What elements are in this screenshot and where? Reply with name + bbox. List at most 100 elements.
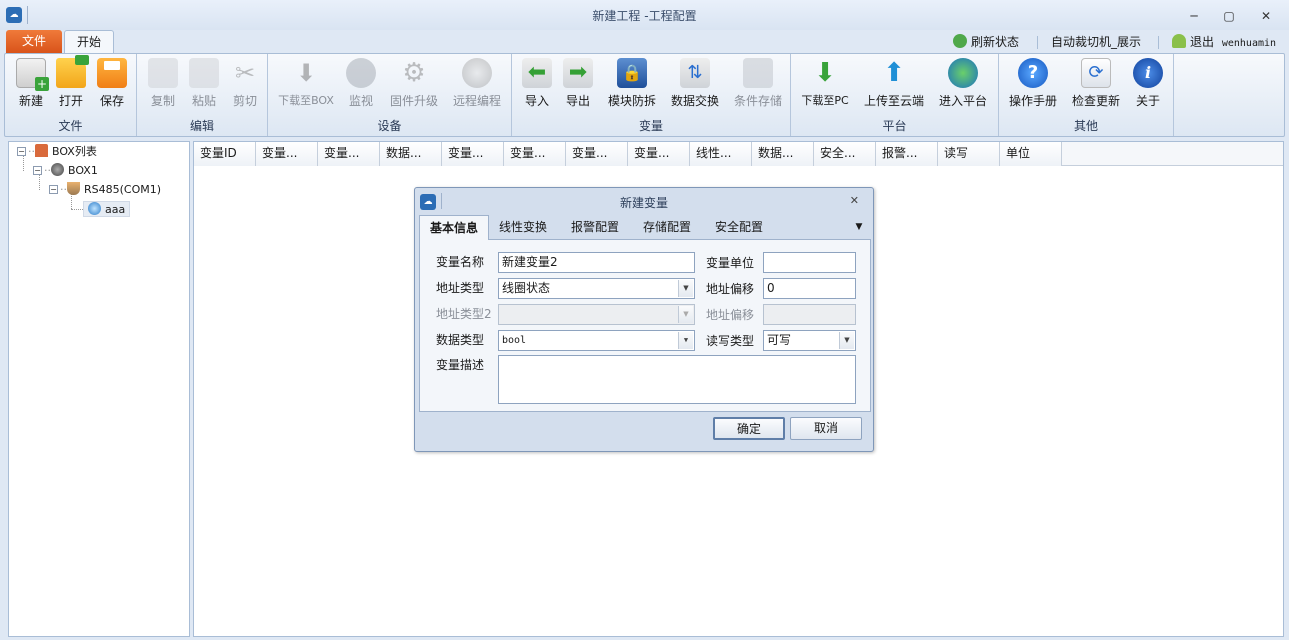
copy-button[interactable]: 复制 [147, 58, 179, 109]
column-header[interactable]: 变量... [318, 142, 380, 166]
box-device-icon [51, 163, 64, 176]
addr-type-label: 地址类型 [436, 281, 485, 295]
manual-button[interactable]: ? 操作手册 [1007, 58, 1059, 109]
collapse-toggle-icon[interactable]: − [17, 147, 26, 156]
desc-textarea[interactable] [498, 355, 856, 404]
column-header[interactable]: 变量... [566, 142, 628, 166]
download-box-label: 下载至BOX [278, 94, 334, 107]
data-type-label: 数据类型 [436, 333, 485, 347]
tab-linear-transform[interactable]: 线性变换 [491, 215, 555, 240]
upload-cloud-button[interactable]: ⬆ 上传至云端 [863, 58, 925, 109]
about-button[interactable]: i 关于 [1132, 58, 1164, 109]
collapse-toggle-icon[interactable]: − [33, 166, 42, 175]
new-variable-dialog: ☁ 新建变量 ✕ 基本信息 线性变换 报警配置 存储配置 安全配置 ▼ 变量名称… [414, 187, 874, 452]
cut-label: 剪切 [232, 94, 257, 108]
column-header[interactable]: 读写 [938, 142, 1000, 166]
about-label: 关于 [1135, 94, 1160, 108]
logout-link[interactable]: 退出 wenhuamin [1172, 33, 1276, 51]
new-button[interactable]: + 新建 [15, 58, 49, 109]
ribbon-group-variable: ⬅ 导入 ➡ 导出 🔒 模块防拆 ⇅ 数据交换 条件存储 变量 [512, 54, 791, 136]
minimize-button[interactable]: ─ [1184, 8, 1204, 24]
tabs-overflow-icon[interactable]: ▼ [849, 215, 869, 240]
rw-type-select[interactable]: 可写 ▼ [763, 330, 856, 351]
tree-node-item[interactable]: aaa [83, 201, 131, 217]
data-type-select[interactable]: bool ▼ [498, 330, 695, 351]
addr-offset2-input[interactable] [763, 304, 856, 325]
column-header[interactable]: 单位 [1000, 142, 1062, 166]
column-header[interactable]: 变量... [504, 142, 566, 166]
module-protect-button[interactable]: 🔒 模块防拆 [606, 58, 658, 109]
enter-platform-label: 进入平台 [938, 94, 987, 108]
import-button[interactable]: ⬅ 导入 [522, 58, 552, 109]
tree-node-box[interactable]: − ·· BOX1 [33, 163, 98, 179]
tab-security-config[interactable]: 安全配置 [707, 215, 771, 240]
var-name-input[interactable]: 新建变量2 [498, 252, 695, 273]
column-header[interactable]: 报警... [876, 142, 938, 166]
tree-item-label: aaa [105, 203, 126, 216]
ok-button[interactable]: 确定 [713, 417, 785, 440]
info-icon: i [1133, 58, 1163, 88]
download-pc-button[interactable]: ⬇ 下载至PC [799, 58, 851, 108]
dialog-close-button[interactable]: ✕ [850, 194, 859, 207]
tab-alarm-config[interactable]: 报警配置 [563, 215, 627, 240]
refresh-icon [953, 34, 967, 48]
tree-node-port[interactable]: − ·· RS485(COM1) [49, 182, 161, 198]
group-label-platform: 平台 [882, 119, 907, 133]
close-button[interactable]: ✕ [1256, 8, 1276, 24]
var-unit-label: 变量单位 [706, 256, 755, 270]
quick-separator [1158, 36, 1159, 49]
remote-program-button[interactable]: 远程编程 [451, 58, 503, 109]
var-unit-input[interactable] [763, 252, 856, 273]
addr-offset-input[interactable]: 0 [763, 278, 856, 299]
export-button[interactable]: ➡ 导出 [563, 58, 593, 109]
conditional-storage-button[interactable]: 条件存储 [732, 58, 784, 109]
refresh-status-link[interactable]: 刷新状态 [953, 33, 1019, 51]
column-header[interactable]: 线性... [690, 142, 752, 166]
chevron-down-icon[interactable]: ▼ [839, 332, 854, 349]
download-pc-label: 下载至PC [801, 94, 849, 107]
column-header[interactable]: 变量... [442, 142, 504, 166]
tab-file[interactable]: 文件 [6, 30, 62, 53]
column-header[interactable]: 变量... [256, 142, 318, 166]
user-icon [1172, 34, 1186, 48]
export-label: 导出 [565, 94, 590, 108]
cancel-button[interactable]: 取消 [790, 417, 862, 440]
data-exchange-button[interactable]: ⇅ 数据交换 [669, 58, 721, 109]
paste-button[interactable]: 粘贴 [188, 58, 220, 109]
group-label-variable: 变量 [638, 119, 663, 133]
chevron-down-icon[interactable]: ▼ [678, 306, 693, 323]
eye-icon [346, 58, 376, 88]
collapse-toggle-icon[interactable]: − [49, 185, 58, 194]
addr-type-select[interactable]: 线圈状态 ▼ [498, 278, 695, 299]
column-header[interactable]: 数据... [752, 142, 814, 166]
addr-type-value: 线圈状态 [502, 281, 551, 295]
maximize-button[interactable]: ▢ [1219, 8, 1239, 24]
column-header[interactable]: 变量... [628, 142, 690, 166]
firmware-upgrade-button[interactable]: ⚙ 固件升级 [388, 58, 440, 109]
tab-basic-info[interactable]: 基本信息 [419, 215, 489, 241]
cut-button[interactable]: ✂ 剪切 [229, 58, 261, 109]
column-header[interactable]: 安全... [814, 142, 876, 166]
download-box-button[interactable]: ⬇ 下载至BOX [276, 58, 336, 108]
device-tree-panel: − ·· BOX列表 − ·· BOX1 − ·· RS485(COM1) aaa [8, 141, 190, 637]
update-refresh-icon: ⟳ [1081, 58, 1111, 88]
enter-platform-button[interactable]: 进入平台 [937, 58, 989, 109]
column-header[interactable]: 数据... [380, 142, 442, 166]
export-arrow-icon: ➡ [563, 58, 593, 88]
open-button[interactable]: 打开 [55, 55, 89, 109]
check-update-button[interactable]: ⟳ 检查更新 [1070, 58, 1122, 109]
chevron-down-icon[interactable]: ▼ [678, 280, 693, 297]
save-button[interactable]: 保存 [96, 58, 128, 109]
column-header[interactable]: 变量ID [194, 142, 256, 166]
ribbon-group-other: ? 操作手册 ⟳ 检查更新 i 关于 其他 [999, 54, 1174, 136]
tab-start[interactable]: 开始 [64, 30, 114, 54]
menu-tab-row: 文件 开始 刷新状态 自动裁切机_展示 退出 wenhuamin [0, 30, 1289, 54]
monitor-button[interactable]: 监视 [346, 58, 376, 109]
save-label: 保存 [99, 94, 124, 108]
tab-storage-config[interactable]: 存储配置 [635, 215, 699, 240]
chevron-down-icon[interactable]: ▼ [678, 332, 693, 349]
grid-header: 变量ID 变量... 变量... 数据... 变量... 变量... 变量...… [194, 142, 1283, 166]
addr-type2-select[interactable]: ▼ [498, 304, 695, 325]
firmware-label: 固件升级 [389, 94, 438, 108]
tree-node-root[interactable]: − ·· BOX列表 [17, 144, 97, 160]
